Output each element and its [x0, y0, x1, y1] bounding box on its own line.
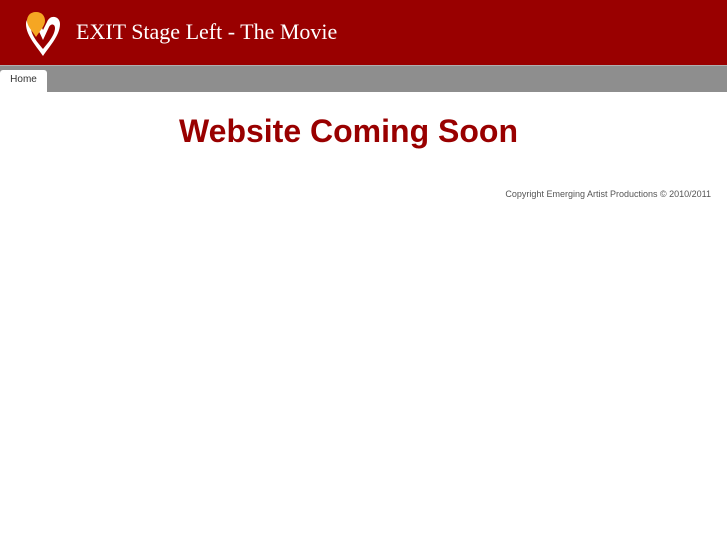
- tab-home[interactable]: Home: [0, 70, 47, 93]
- nav-bar: Home: [0, 65, 727, 93]
- site-title: EXIT Stage Left - The Movie: [76, 19, 338, 44]
- site-header: EXIT Stage Left - The Movie: [0, 0, 727, 65]
- heart-location-pin-logo-icon: [26, 12, 60, 56]
- copyright-text: Copyright Emerging Artist Productions © …: [505, 189, 711, 199]
- site-logo[interactable]: [22, 10, 64, 58]
- page-headline: Website Coming Soon: [179, 113, 518, 149]
